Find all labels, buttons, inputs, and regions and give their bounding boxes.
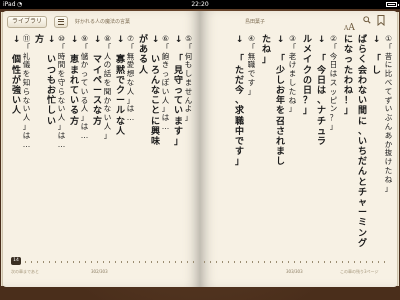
right-page[interactable]: 島田葉子 AA ① 「昔に比べてずいぶんあか抜けたね」 ↓ 「しばらく会わない間に、… <box>200 11 397 287</box>
page-number-left: 302/303 <box>91 269 108 274</box>
text-column: ↓ マイペースな方 <box>92 35 102 127</box>
text-column: ↓ 「少しお年を召されまし <box>275 35 285 168</box>
page-scrubber-thumb[interactable]: 14 <box>11 257 21 265</box>
text-column: ルメイクの日？」 <box>302 35 312 117</box>
toc-list-icon <box>58 19 64 25</box>
book-title: 好かれる人の魔法の言葉 <box>75 19 131 25</box>
text-column: たね」 <box>261 35 271 66</box>
text-column: ↓ 「ただ今、求職中です」 <box>234 35 244 168</box>
page-number-right: 303/303 <box>286 269 303 274</box>
text-column: ↓ 「見守っています」 <box>173 35 183 147</box>
font-size-button[interactable]: AA <box>344 15 355 34</box>
text-column: ↓ 恵まれている方 <box>69 35 79 127</box>
text-column: ↓ いろんなことに興味 <box>150 35 160 147</box>
toc-button[interactable] <box>54 16 68 28</box>
page-scrubber-track[interactable] <box>25 261 195 263</box>
text-column: ④ 「無職です」 <box>247 34 256 96</box>
text-column: になったわね！」 <box>343 35 353 117</box>
bookmark-icon[interactable] <box>377 15 385 26</box>
text-column: ③ 「老けましたね」 <box>288 34 297 114</box>
text-column: ばらく会わない間に、いちだんとチャーミング <box>357 35 367 249</box>
text-column: ↓ いつもお忙しい <box>46 35 56 127</box>
text-column: ② 「今日はスッピン？」 <box>329 34 338 131</box>
text-column: ↓ 個性が強い人 <box>11 35 21 117</box>
text-column: ① 「昔に比べてずいぶんあか抜けたね」 <box>384 34 393 193</box>
chapter-remaining-left: 次の章まであと <box>11 269 39 274</box>
library-button[interactable]: ライブラリ <box>7 16 47 28</box>
text-column: がある人 <box>138 35 148 76</box>
clock: 22:20 <box>191 1 209 8</box>
search-icon[interactable] <box>363 16 371 24</box>
chapter-remaining-right: この章の残り3ページ <box>340 269 379 274</box>
text-column: ↓ 「今日は、ナチュラ <box>316 35 326 147</box>
text-column: ↓ 「し <box>371 35 381 76</box>
battery-icon <box>386 2 399 7</box>
page-scrubber-track-right[interactable] <box>204 261 390 263</box>
left-page[interactable]: ライブラリ 好かれる人の魔法の言葉 ⑤ 「何もしませんよ」 ↓ 「見守っています」 ⑥… <box>3 11 200 287</box>
status-bar: iPad ◔ 22:20 <box>0 0 400 9</box>
text-column: ↓ 寡黙でクールな人 <box>115 35 125 137</box>
author-name: 島田葉子 <box>245 19 266 25</box>
text-column: 方 <box>34 35 44 45</box>
